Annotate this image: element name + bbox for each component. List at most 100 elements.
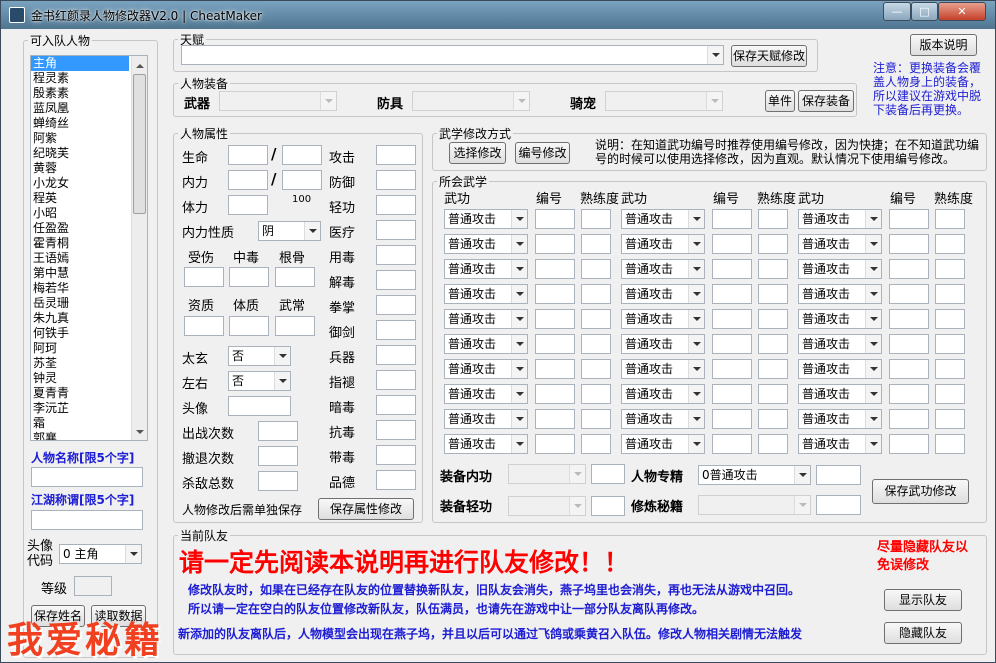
skill-select[interactable]: 普通攻击: [621, 259, 705, 279]
skill-prof-input[interactable]: [935, 284, 965, 304]
list-item[interactable]: 阿珂: [31, 341, 147, 356]
skill-select[interactable]: 普通攻击: [621, 359, 705, 379]
skill-prof-input[interactable]: [581, 259, 611, 279]
avatar-input[interactable]: [228, 396, 291, 416]
skill-prof-input[interactable]: [935, 334, 965, 354]
level-input[interactable]: [74, 576, 112, 596]
armor-select[interactable]: [412, 91, 530, 111]
hide-team-button[interactable]: 隐藏队友: [884, 622, 962, 644]
scroll-up-icon[interactable]: [132, 56, 147, 72]
skill-num-input[interactable]: [889, 284, 929, 304]
list-item[interactable]: 小龙女: [31, 176, 147, 191]
skill-num-input[interactable]: [889, 209, 929, 229]
list-scrollbar[interactable]: [131, 56, 147, 440]
list-item[interactable]: 霜: [31, 416, 147, 431]
list-item[interactable]: 郭襄: [31, 431, 147, 440]
bone-input[interactable]: [275, 267, 315, 287]
skill-num-input[interactable]: [535, 434, 575, 454]
skill-prof-input[interactable]: [758, 259, 788, 279]
skill-prof-input[interactable]: [581, 359, 611, 379]
skill-num-input[interactable]: [712, 209, 752, 229]
skill-prof-input[interactable]: [758, 284, 788, 304]
skill-select[interactable]: 普通攻击: [444, 309, 528, 329]
list-item[interactable]: 程英: [31, 191, 147, 206]
save-equip-button[interactable]: 保存装备: [798, 90, 854, 112]
retreats-input[interactable]: [258, 446, 298, 466]
skill-select[interactable]: 普通攻击: [621, 334, 705, 354]
list-item[interactable]: 梅若华: [31, 281, 147, 296]
skill-num-input[interactable]: [712, 434, 752, 454]
skill-select[interactable]: 普通攻击: [621, 209, 705, 229]
skill-prof-input[interactable]: [758, 309, 788, 329]
skill-select[interactable]: 普通攻击: [798, 359, 882, 379]
skill-num-input[interactable]: [889, 309, 929, 329]
defense-input[interactable]: [376, 170, 416, 190]
list-item[interactable]: 任盈盈: [31, 221, 147, 236]
list-item[interactable]: 主角: [31, 56, 129, 71]
skill-num-input[interactable]: [712, 309, 752, 329]
skill-prof-input[interactable]: [581, 284, 611, 304]
skill-prof-input[interactable]: [935, 359, 965, 379]
list-item[interactable]: 黄蓉: [31, 161, 147, 176]
skill-select[interactable]: 普通攻击: [444, 234, 528, 254]
skill-num-input[interactable]: [712, 359, 752, 379]
practice-select[interactable]: [698, 495, 811, 515]
kills-input[interactable]: [258, 471, 298, 491]
list-item[interactable]: 李沅芷: [31, 401, 147, 416]
attack-input[interactable]: [376, 145, 416, 165]
equip-inner-select[interactable]: [508, 464, 586, 484]
poison-input[interactable]: [229, 267, 269, 287]
skill-num-input[interactable]: [535, 259, 575, 279]
list-item[interactable]: 殷素素: [31, 86, 147, 101]
list-item[interactable]: 蓝凤凰: [31, 101, 147, 116]
skill-num-input[interactable]: [535, 209, 575, 229]
skill-num-input[interactable]: [712, 334, 752, 354]
skill-num-input[interactable]: [889, 334, 929, 354]
inner-input[interactable]: [228, 170, 268, 190]
virtue-input[interactable]: [376, 470, 416, 490]
skill-select[interactable]: 普通攻击: [444, 334, 528, 354]
carry-poison-input[interactable]: [376, 445, 416, 465]
skill-prof-input[interactable]: [935, 384, 965, 404]
skill-select[interactable]: 普通攻击: [444, 209, 528, 229]
skill-prof-input[interactable]: [581, 234, 611, 254]
minimize-button[interactable]: —: [883, 2, 911, 21]
skill-num-input[interactable]: [889, 409, 929, 429]
character-list[interactable]: 主角 程灵素 殷素素 蓝凤凰 蝉绮丝 阿紫 纪晓芙 黄蓉 小龙女 程英 小昭 任盈盈 霍青桐 王语嫣 第中慧…: [30, 55, 148, 441]
version-button[interactable]: 版本说明: [910, 34, 977, 56]
stamina-input[interactable]: [228, 195, 268, 215]
show-team-button[interactable]: 显示队友: [884, 589, 962, 611]
weapon-select[interactable]: [219, 91, 337, 111]
skill-num-input[interactable]: [712, 259, 752, 279]
list-item[interactable]: 王语嫣: [31, 251, 147, 266]
skill-select[interactable]: 普通攻击: [621, 384, 705, 404]
list-item[interactable]: 阿紫: [31, 131, 147, 146]
talent-select[interactable]: [181, 45, 724, 65]
skill-prof-input[interactable]: [935, 209, 965, 229]
single-item-button[interactable]: 单件: [765, 90, 795, 112]
maximize-button[interactable]: □: [911, 2, 938, 21]
list-item[interactable]: 钟灵: [31, 371, 147, 386]
skill-num-input[interactable]: [712, 409, 752, 429]
list-item[interactable]: 岳灵珊: [31, 296, 147, 311]
list-item[interactable]: 朱九真: [31, 311, 147, 326]
taixuan-select[interactable]: 否: [228, 346, 291, 366]
sword-input[interactable]: [376, 320, 416, 340]
skill-prof-input[interactable]: [935, 409, 965, 429]
skill-select[interactable]: 普通攻击: [621, 284, 705, 304]
save-skill-button[interactable]: 保存武功修改: [872, 479, 969, 504]
skill-num-input[interactable]: [535, 234, 575, 254]
skill-prof-input[interactable]: [935, 309, 965, 329]
skill-prof-input[interactable]: [581, 409, 611, 429]
close-button[interactable]: ✕: [938, 2, 986, 21]
list-item[interactable]: 程灵素: [31, 71, 147, 86]
specialty-num[interactable]: [816, 465, 861, 485]
skill-select[interactable]: 普通攻击: [444, 259, 528, 279]
skill-num-input[interactable]: [535, 409, 575, 429]
number-mode-button[interactable]: 编号修改: [515, 142, 570, 164]
skill-select[interactable]: 普通攻击: [798, 409, 882, 429]
avatar-code-select[interactable]: 0 主角: [59, 544, 142, 564]
life-max-input[interactable]: [282, 145, 322, 165]
skill-prof-input[interactable]: [581, 434, 611, 454]
inner-type-select[interactable]: 阴: [258, 221, 321, 241]
